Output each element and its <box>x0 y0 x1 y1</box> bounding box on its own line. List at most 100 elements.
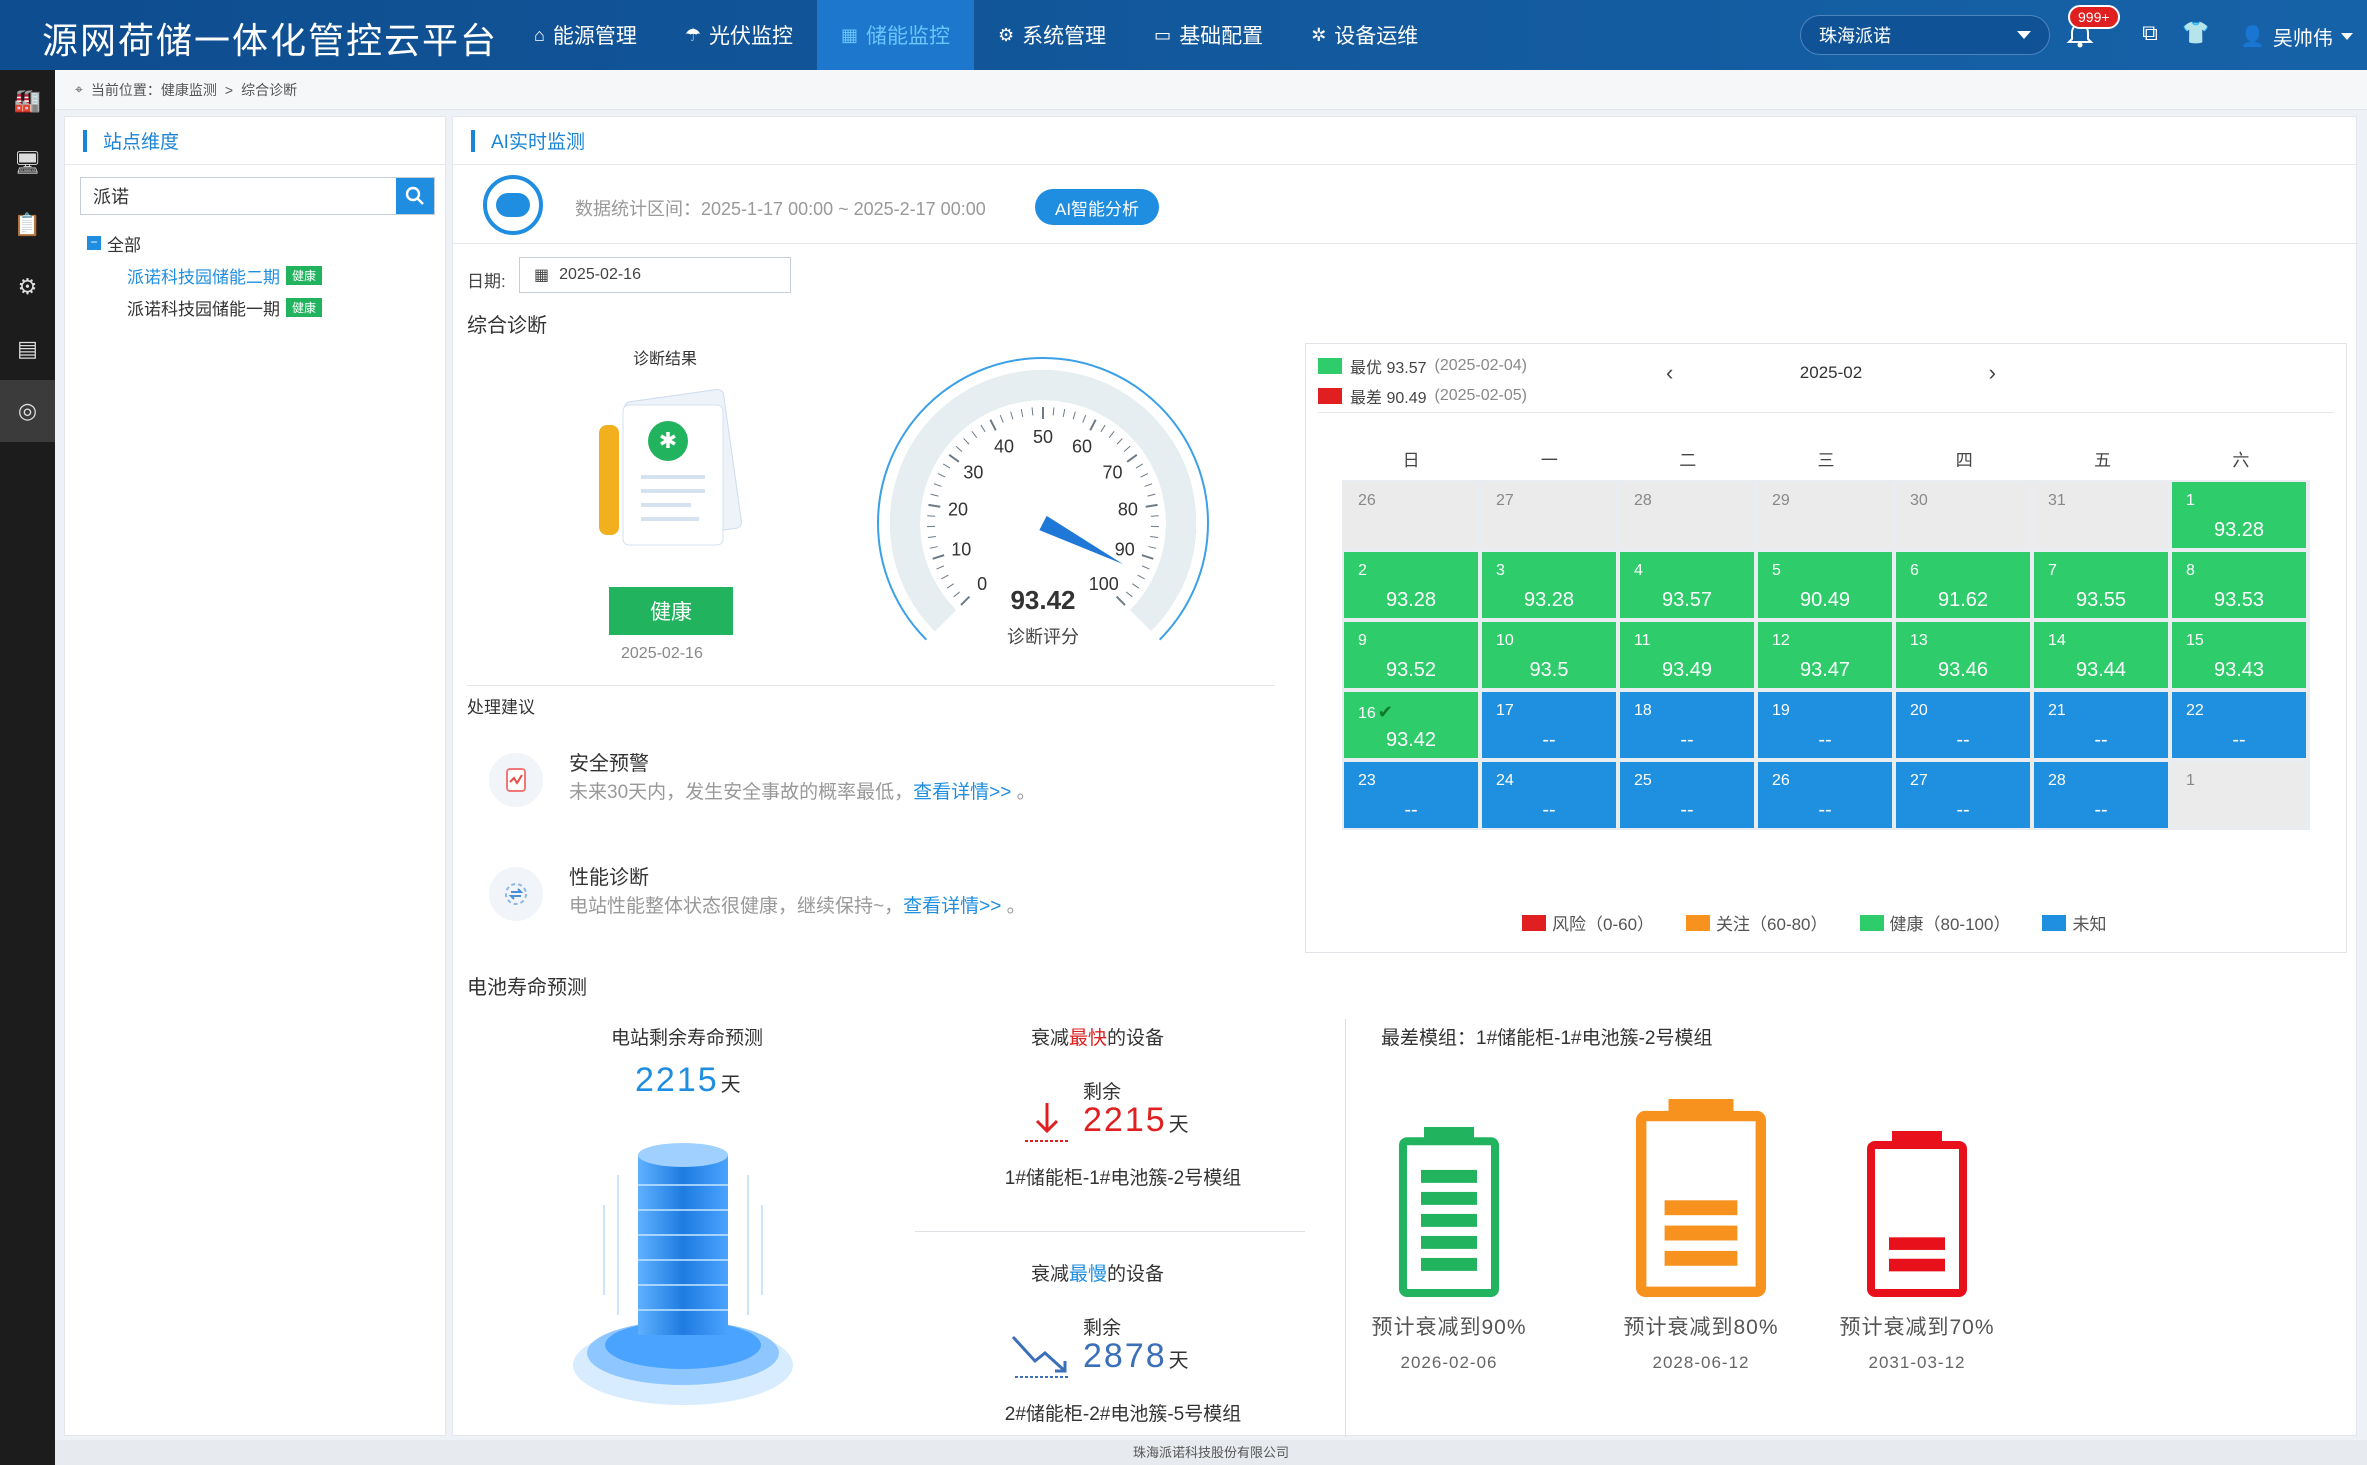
calendar-day[interactable]: 1 <box>2172 762 2306 828</box>
gauge-tick-label: 30 <box>963 462 983 482</box>
day-number: 21 <box>2048 702 2066 719</box>
nav-pv-monitor[interactable]: ☂ 光伏监控 <box>661 0 817 70</box>
calendar-day[interactable]: 15 93.43 <box>2172 622 2306 688</box>
calendar-day[interactable]: 24 -- <box>1482 762 1616 828</box>
gauge-tick <box>1062 408 1066 418</box>
nav-device-ops[interactable]: ✲ 设备运维 <box>1287 0 1442 70</box>
legend-item: 未知 <box>2042 910 2106 935</box>
calendar-day[interactable]: 27 -- <box>1896 762 2030 828</box>
nav-system-management[interactable]: ⚙ 系统管理 <box>974 0 1130 70</box>
top-bar: 源网荷储一体化管控云平台 ⌂ 能源管理 ☂ 光伏监控 ▦ 储能监控 ⚙ 系统管理 ▭ 基础… <box>0 0 2367 70</box>
calendar-day[interactable]: 19 -- <box>1758 692 1892 758</box>
section-diagnosis: 综合诊断 <box>467 315 547 337</box>
station-tree: − 全部 派诺科技园储能二期 健康 派诺科技园储能一期 健康 <box>87 227 323 323</box>
nav-base-config[interactable]: ▭ 基础配置 <box>1130 0 1287 70</box>
day-number: 9 <box>1358 632 1367 649</box>
date-picker[interactable]: ▦ 2025-02-16 <box>519 257 791 293</box>
fastest-decay-title: 衰减最快的设备 <box>1031 1028 1165 1049</box>
day-score: 90.49 <box>1799 589 1851 611</box>
legend-swatch <box>1522 914 1546 931</box>
calendar-day[interactable]: 28 <box>1620 482 1754 548</box>
date-label: 日期: <box>467 272 506 291</box>
gauge-tick <box>937 473 946 478</box>
calendar-day[interactable]: 27 <box>1482 482 1616 548</box>
calendar-legend: 风险（0-60） 关注（60-80） 健康（80-100） 未知 <box>1522 910 2106 935</box>
tree-root[interactable]: − 全部 <box>87 227 322 259</box>
day-number: 13 <box>1910 632 1928 649</box>
nav-storage-monitor[interactable]: ▦ 储能监控 <box>817 0 975 70</box>
shirt-icon[interactable]: 👕 <box>2182 20 2210 48</box>
calendar-day[interactable]: 25 -- <box>1620 762 1754 828</box>
dashboard-icon[interactable]: ▤ <box>0 318 55 380</box>
calendar-day[interactable]: 26 -- <box>1758 762 1892 828</box>
health-diagnosis-icon[interactable]: ◎ <box>0 380 55 442</box>
calendar-day[interactable]: 21 -- <box>2034 692 2168 758</box>
calendar-day[interactable]: 12 93.47 <box>1758 622 1892 688</box>
calendar-grid: 26 27 28 29 30 31 1 93.28 2 93.28 3 93.28 4 93.57 5 90.… <box>1342 480 2310 830</box>
collapse-icon[interactable]: − <box>87 236 101 250</box>
calendar-day[interactable]: 4 93.57 <box>1620 552 1754 618</box>
station-select[interactable]: 珠海派诺 <box>1800 15 2050 55</box>
calendar-day[interactable]: 13 93.46 <box>1896 622 2030 688</box>
slowest-decay-title: 衰减最慢的设备 <box>1031 1264 1165 1285</box>
calendar-day[interactable]: 9 93.52 <box>1344 622 1478 688</box>
robot-icon[interactable]: ⚙ <box>0 256 55 318</box>
monitor-icon: ▭ <box>1154 24 1172 45</box>
report-icon[interactable]: 📋 <box>0 194 55 256</box>
battery-level-bar <box>1664 1225 1738 1241</box>
search-input[interactable] <box>81 178 396 214</box>
calendar-day[interactable]: 17 -- <box>1482 692 1616 758</box>
calendar-day[interactable]: 20 -- <box>1896 692 2030 758</box>
tree-item-station-1[interactable]: 派诺科技园储能一期 健康 <box>127 291 323 323</box>
calendar-day[interactable]: 29 <box>1758 482 1892 548</box>
calendar-day[interactable]: 5 90.49 <box>1758 552 1892 618</box>
battery-icon <box>1867 1131 1967 1297</box>
gauge-label: 诊断评分 <box>1007 627 1079 647</box>
calendar-day[interactable]: 22 -- <box>2172 692 2306 758</box>
tree-item-station-2[interactable]: 派诺科技园储能二期 健康 <box>127 259 323 291</box>
calendar-day[interactable]: 8 93.53 <box>2172 552 2306 618</box>
calendar-day[interactable]: 6 91.62 <box>1896 552 2030 618</box>
translate-icon[interactable]: ⧉ <box>2136 20 2164 48</box>
day-score: 93.46 <box>1937 659 1989 681</box>
calendar-day[interactable]: 23 -- <box>1344 762 1478 828</box>
safety-detail-link[interactable]: 查看详情>> <box>913 782 1011 803</box>
calendar-day[interactable]: 16 ✔ 93.42 <box>1344 692 1478 758</box>
gauge-tick <box>1010 411 1014 420</box>
day-score: -- <box>1680 729 1694 751</box>
calendar-day[interactable]: 26 <box>1344 482 1478 548</box>
day-score: 93.28 <box>1385 589 1437 611</box>
calendar-day[interactable]: 14 93.44 <box>2034 622 2168 688</box>
station-search <box>80 177 435 215</box>
prev-month-button[interactable]: ‹ <box>1666 360 1673 386</box>
next-month-button[interactable]: › <box>1989 360 1996 386</box>
gauge-tick <box>1125 591 1133 598</box>
gauge-tick-label: 90 <box>1115 540 1135 560</box>
user-menu[interactable]: 👤 吴帅伟 <box>2240 22 2353 51</box>
calendar-day[interactable]: 1 93.28 <box>2172 482 2306 548</box>
calendar-day[interactable]: 30 <box>1896 482 2030 548</box>
day-number: 29 <box>1772 492 1790 509</box>
screen-icon[interactable]: 🖥 <box>0 132 55 194</box>
day-number: 2 <box>1358 562 1367 579</box>
battery-level-bar <box>1889 1258 1945 1272</box>
station-panel-header: 站点维度 <box>65 117 445 165</box>
gauge-tick <box>927 536 936 539</box>
day-number: 26 <box>1358 492 1376 509</box>
calendar-day[interactable]: 18 -- <box>1620 692 1754 758</box>
calendar-day[interactable]: 2 93.28 <box>1344 552 1478 618</box>
search-button[interactable] <box>396 178 434 214</box>
robot-icon <box>483 175 543 235</box>
nav-energy-management[interactable]: ⌂ 能源管理 <box>510 0 661 70</box>
calendar-day[interactable]: 7 93.55 <box>2034 552 2168 618</box>
calendar-day[interactable]: 28 -- <box>2034 762 2168 828</box>
factory-icon[interactable]: 🏭 <box>0 70 55 132</box>
ai-analysis-button[interactable]: AI智能分析 <box>1035 189 1160 225</box>
calendar-day[interactable]: 31 <box>2034 482 2168 548</box>
decay-date: 2031-03-12 <box>1868 1353 1966 1372</box>
calendar-day[interactable]: 10 93.5 <box>1482 622 1616 688</box>
chevron-down-icon <box>2340 33 2353 40</box>
calendar-day[interactable]: 3 93.28 <box>1482 552 1616 618</box>
calendar-day[interactable]: 11 93.49 <box>1620 622 1754 688</box>
performance-detail-link[interactable]: 查看详情>> <box>903 896 1001 917</box>
